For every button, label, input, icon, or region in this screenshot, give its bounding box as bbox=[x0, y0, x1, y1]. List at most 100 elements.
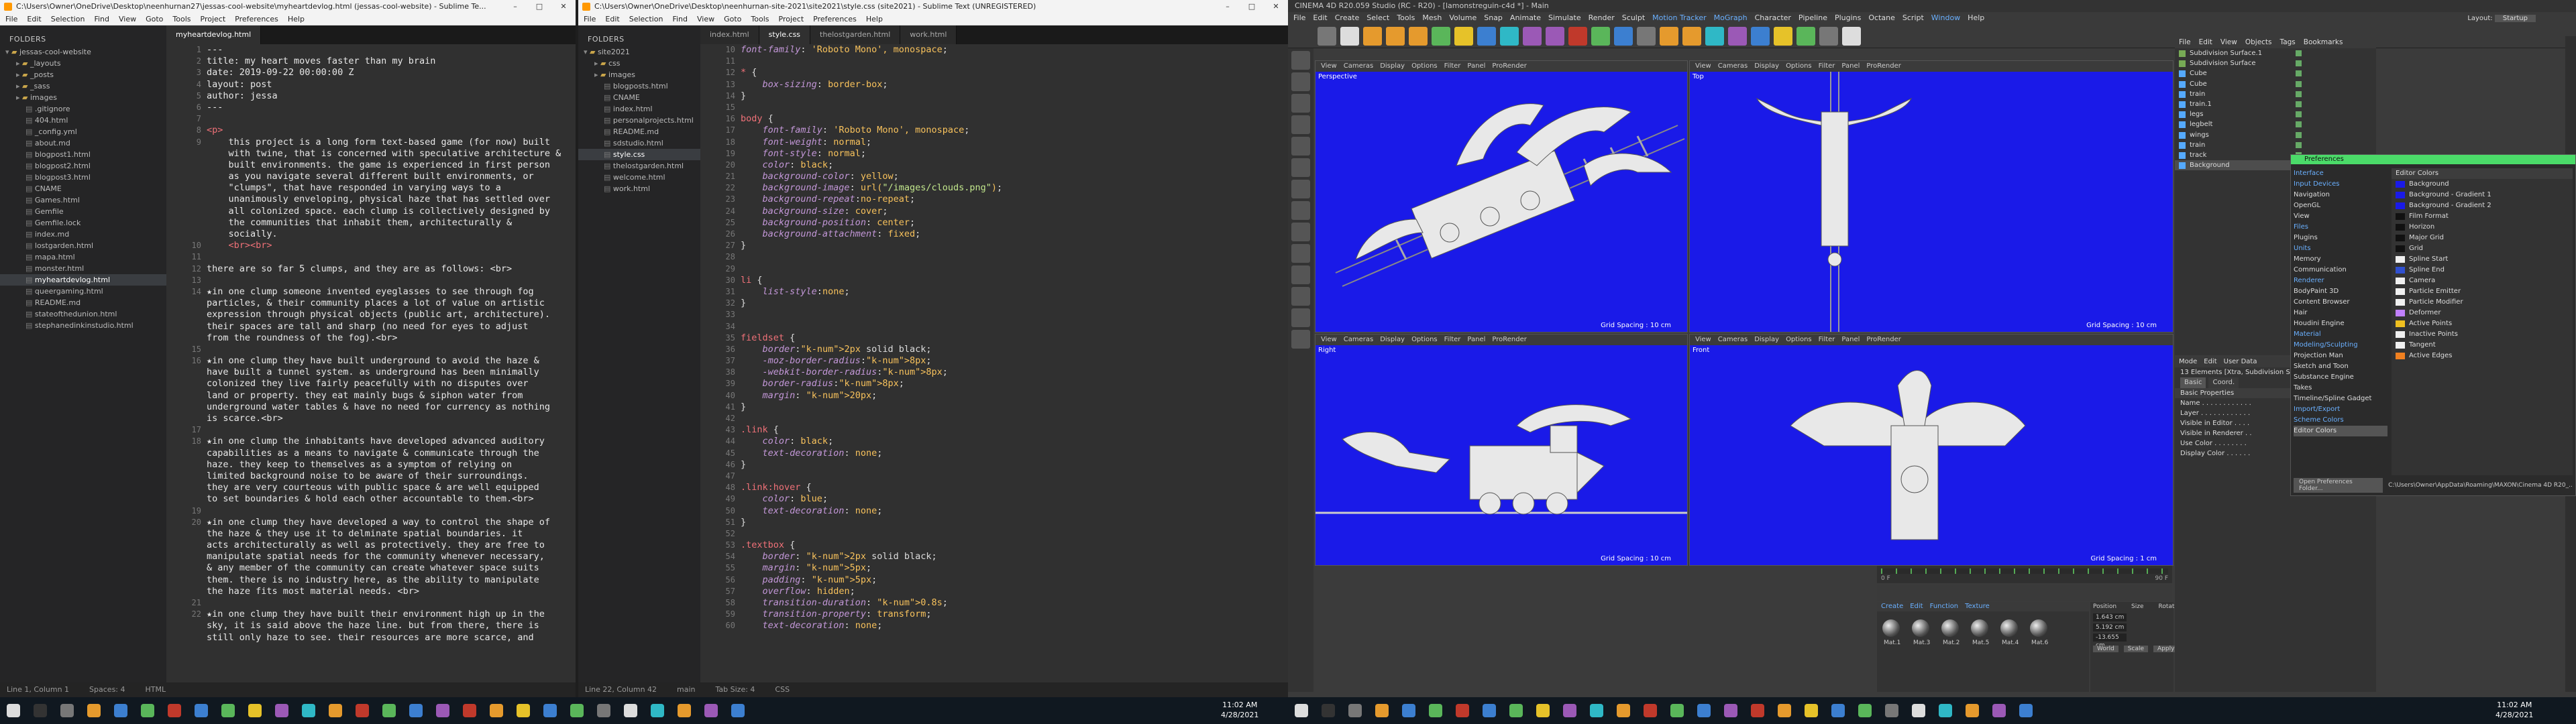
teams-icon[interactable] bbox=[537, 697, 564, 724]
viewport-menu-panel[interactable]: Panel bbox=[1841, 61, 1860, 72]
material-sphere[interactable] bbox=[1912, 619, 1929, 637]
spotify-icon[interactable] bbox=[134, 697, 161, 724]
tool-icon[interactable] bbox=[1523, 27, 1542, 46]
color-swatch[interactable] bbox=[2396, 267, 2405, 274]
code-line[interactable]: <p> bbox=[207, 125, 569, 136]
viewport-menu-filter[interactable]: Filter bbox=[1444, 61, 1461, 72]
coord-field[interactable]: 5.192 cm bbox=[2093, 623, 2127, 631]
code-line[interactable] bbox=[207, 505, 569, 517]
window-titlebar[interactable]: C:\Users\Owner\OneDrive\Desktop\neenhurn… bbox=[0, 0, 576, 13]
color-swatch[interactable] bbox=[2396, 245, 2405, 252]
attr-tab[interactable]: Coord. bbox=[2208, 377, 2239, 388]
tool-icon[interactable] bbox=[1318, 27, 1336, 46]
pref-category[interactable]: OpenGL bbox=[2294, 200, 2387, 211]
viewport-menu-prorender[interactable]: ProRender bbox=[1866, 335, 1900, 345]
tool-icon[interactable] bbox=[1614, 27, 1633, 46]
file-item[interactable]: ▤ lostgarden.html bbox=[0, 240, 166, 251]
tool-icon[interactable] bbox=[1728, 27, 1747, 46]
pref-category[interactable]: Timeline/Spline Gadget bbox=[2294, 394, 2387, 404]
tool-icon[interactable] bbox=[1432, 27, 1450, 46]
menu-item-tools[interactable]: Tools bbox=[751, 13, 769, 25]
menu-item-preferences[interactable]: Preferences bbox=[235, 13, 278, 25]
window-titlebar[interactable]: C:\Users\Owner\OneDrive\Desktop\neenhurn… bbox=[578, 0, 1288, 13]
menu-item-plugins[interactable]: Plugins bbox=[1835, 12, 1861, 24]
maximize-icon[interactable]: □ bbox=[527, 0, 551, 13]
tool-icon[interactable] bbox=[1660, 27, 1678, 46]
paint-icon[interactable] bbox=[1959, 697, 1986, 724]
material-menu-edit[interactable]: Edit bbox=[1910, 602, 1923, 611]
calculator-icon[interactable] bbox=[644, 697, 671, 724]
color-swatch[interactable] bbox=[2396, 299, 2405, 306]
visibility-toggle[interactable] bbox=[2296, 111, 2302, 118]
pref-category[interactable]: Units bbox=[2294, 243, 2387, 254]
menu-item-mograph[interactable]: MoGraph bbox=[1714, 12, 1748, 24]
code-line[interactable]: -moz-border-radius:"k-num">8px; bbox=[741, 355, 1281, 367]
color-row[interactable]: Active Edges bbox=[2392, 351, 2573, 361]
tool-icon[interactable] bbox=[1409, 27, 1428, 46]
minimize-icon[interactable]: – bbox=[503, 0, 527, 13]
code-line[interactable]: there are so far 5 clumps, and they are … bbox=[207, 263, 569, 275]
code-line[interactable]: box-sizing: border-box; bbox=[741, 79, 1281, 90]
file-explorer-icon[interactable] bbox=[80, 697, 107, 724]
attr-menu-mode[interactable]: Mode bbox=[2179, 357, 2197, 367]
tool-icon[interactable] bbox=[1682, 27, 1701, 46]
object-menu-objects[interactable]: Objects bbox=[2245, 36, 2272, 48]
color-row[interactable]: Horizon bbox=[2392, 222, 2573, 233]
viewport-front[interactable]: View Cameras Display Options Filter Panel ProR… bbox=[1689, 334, 2174, 566]
object-menu-file[interactable]: File bbox=[2179, 36, 2191, 48]
color-row[interactable]: Deformer bbox=[2392, 308, 2573, 318]
color-row[interactable]: Spline End bbox=[2392, 265, 2573, 276]
file-item[interactable]: ▤ thelostgarden.html bbox=[578, 160, 700, 172]
visibility-toggle[interactable] bbox=[2296, 80, 2302, 87]
viewport-menu-view[interactable]: View bbox=[1695, 335, 1711, 345]
viewport-menu-filter[interactable]: Filter bbox=[1444, 335, 1461, 345]
color-row[interactable]: Particle Emitter bbox=[2392, 286, 2573, 297]
file-item[interactable]: ▤ stephanedinkinstudio.html bbox=[0, 320, 166, 331]
tool-icon[interactable] bbox=[1796, 27, 1815, 46]
viewport-right[interactable]: View Cameras Display Options Filter Panel ProR… bbox=[1315, 334, 1688, 566]
menu-item-help[interactable]: Help bbox=[866, 13, 883, 25]
pref-category[interactable]: Content Browser bbox=[2294, 297, 2387, 308]
code-line[interactable] bbox=[741, 321, 1281, 333]
object-row[interactable]: train bbox=[2175, 89, 2376, 99]
code-text[interactable]: font-family: 'Roboto Mono', monospace; *… bbox=[741, 44, 1281, 632]
color-row[interactable]: Grid bbox=[2392, 243, 2573, 254]
menu-item-edit[interactable]: Edit bbox=[605, 13, 619, 25]
code-line[interactable]: border:"k-num">2px solid black; bbox=[741, 344, 1281, 355]
viewport-menu-view[interactable]: View bbox=[1695, 61, 1711, 72]
color-swatch[interactable] bbox=[2396, 353, 2405, 359]
tab-index-html[interactable]: index.html bbox=[700, 25, 759, 44]
code-line[interactable]: border-radius:"k-num">8px; bbox=[741, 378, 1281, 389]
object-row[interactable]: legs bbox=[2175, 109, 2376, 119]
windows-start-icon[interactable] bbox=[1288, 697, 1315, 724]
settings-icon[interactable] bbox=[724, 697, 751, 724]
code-line[interactable]: text-decoration: none; bbox=[741, 505, 1281, 517]
file-explorer-icon[interactable] bbox=[1368, 697, 1395, 724]
code-line[interactable] bbox=[741, 471, 1281, 482]
tool-icon[interactable] bbox=[1386, 27, 1405, 46]
open-prefs-folder-button[interactable]: Open Preferences Folder... bbox=[2294, 478, 2383, 493]
code-line[interactable] bbox=[741, 102, 1281, 113]
folder-item[interactable]: ▸ ▰ images bbox=[0, 92, 166, 103]
menu-item-project[interactable]: Project bbox=[779, 13, 804, 25]
visibility-toggle[interactable] bbox=[2296, 101, 2302, 107]
excel-icon[interactable] bbox=[590, 697, 617, 724]
tool-icon[interactable] bbox=[1363, 27, 1382, 46]
code-line[interactable]: haze. they keep to themselves as a sympt… bbox=[207, 459, 569, 471]
viewport-menu-panel[interactable]: Panel bbox=[1841, 335, 1860, 345]
pref-category[interactable]: Files bbox=[2294, 222, 2387, 233]
premiere-icon[interactable] bbox=[322, 697, 349, 724]
pref-category[interactable]: Renderer bbox=[2294, 276, 2387, 286]
code-line[interactable]: list-style:none; bbox=[741, 286, 1281, 298]
close-icon[interactable]: ✕ bbox=[551, 0, 576, 13]
object-menu-tags[interactable]: Tags bbox=[2280, 36, 2296, 48]
code-line[interactable]: title: my heart moves faster than my bra… bbox=[207, 56, 569, 67]
pref-category[interactable]: Import/Export bbox=[2294, 404, 2387, 415]
code-line[interactable]: is scarce.<br> bbox=[207, 413, 569, 424]
visibility-toggle[interactable] bbox=[2296, 70, 2302, 77]
code-line[interactable]: color: black; bbox=[741, 160, 1281, 171]
code-line[interactable]: land or property. they eat mainly bugs &… bbox=[207, 390, 569, 402]
menu-item-file[interactable]: File bbox=[5, 13, 17, 25]
tool-icon[interactable] bbox=[1454, 27, 1473, 46]
code-line[interactable]: li { bbox=[741, 275, 1281, 286]
